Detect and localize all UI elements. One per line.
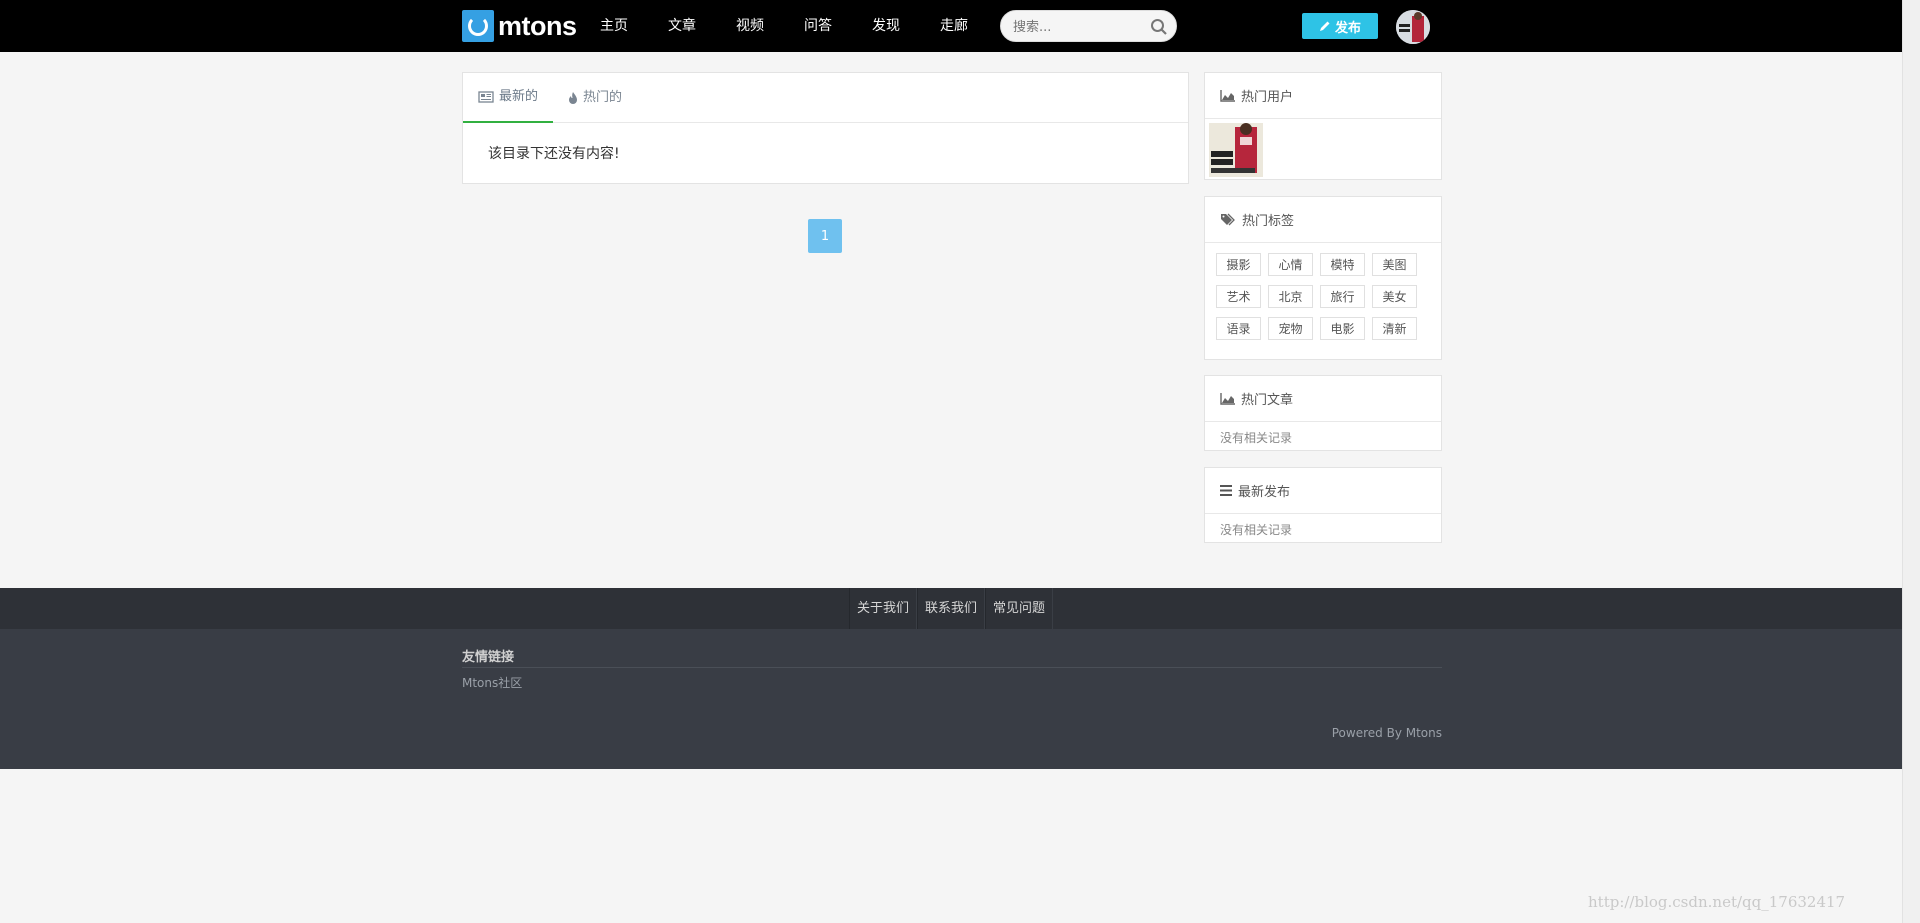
content-tabs: 最新的 热门的 (463, 73, 1188, 123)
footer-nav: 关于我们 联系我们 常见问题 (0, 588, 1902, 629)
fire-icon (569, 91, 578, 104)
search-input[interactable] (1013, 18, 1143, 36)
nav-item-qa[interactable]: 问答 (784, 0, 852, 52)
hot-tags-title: 热门标签 (1242, 214, 1295, 229)
search-icon[interactable] (1150, 18, 1168, 36)
list-icon (1220, 485, 1232, 496)
tag-item[interactable]: 美图 (1372, 253, 1417, 276)
tag-item[interactable]: 北京 (1268, 285, 1313, 308)
content-panel: 最新的 热门的 该目录下还没有内容! (462, 72, 1189, 184)
tag-item[interactable]: 摄影 (1216, 253, 1261, 276)
latest-panel: 最新发布 没有相关记录 (1204, 467, 1442, 543)
tag-item[interactable]: 模特 (1320, 253, 1365, 276)
pencil-icon (1319, 21, 1330, 31)
main-nav: 主页 文章 视频 问答 发现 走廊 (580, 0, 988, 52)
hot-articles-header: 热门文章 (1205, 376, 1441, 422)
nav-item-videos[interactable]: 视频 (716, 0, 784, 52)
tags-icon (1221, 213, 1235, 226)
latest-title: 最新发布 (1238, 485, 1291, 500)
tag-item[interactable]: 旅行 (1320, 285, 1365, 308)
user-avatar[interactable] (1396, 10, 1430, 44)
hot-articles-empty: 没有相关记录 (1220, 431, 1293, 445)
nav-item-gallery[interactable]: 走廊 (920, 0, 988, 52)
logo-icon (462, 10, 494, 42)
hot-articles-title: 热门文章 (1241, 393, 1294, 408)
hot-users-title: 热门用户 (1241, 90, 1294, 105)
search-box (1000, 10, 1177, 42)
tag-item[interactable]: 艺术 (1216, 285, 1261, 308)
nav-item-home[interactable]: 主页 (580, 0, 648, 52)
latest-empty: 没有相关记录 (1220, 523, 1293, 537)
hot-users-panel: 热门用户 (1204, 72, 1442, 180)
area-chart-icon (1220, 392, 1235, 405)
page-scrollbar[interactable] (1902, 0, 1920, 923)
logo-text: mtons (498, 10, 577, 41)
publish-button[interactable]: 发布 (1302, 13, 1378, 39)
tag-item[interactable]: 心情 (1268, 253, 1313, 276)
hot-tags-panel: 热门标签 摄影 心情 模特 美图 艺术 北京 旅行 美女 语录 宠物 电影 清新 (1204, 196, 1442, 360)
hot-tags-header: 热门标签 (1205, 197, 1441, 243)
tab-latest[interactable]: 最新的 (463, 73, 554, 123)
footer-link-contact[interactable]: 联系我们 (916, 588, 985, 629)
site-logo[interactable]: mtons (462, 10, 577, 42)
tag-item[interactable]: 清新 (1372, 317, 1417, 340)
nav-item-articles[interactable]: 文章 (648, 0, 716, 52)
tag-item[interactable]: 语录 (1216, 317, 1261, 340)
newspaper-icon (478, 91, 494, 103)
top-navbar: mtons 主页 文章 视频 问答 发现 走廊 发布 (0, 0, 1902, 52)
friend-links-title: 友情链接 (462, 650, 515, 665)
powered-by: Powered By Mtons (1331, 726, 1442, 740)
tab-hot[interactable]: 热门的 (553, 73, 637, 123)
area-chart-icon (1220, 89, 1235, 102)
tags-list: 摄影 心情 模特 美图 艺术 北京 旅行 美女 语录 宠物 电影 清新 (1205, 243, 1441, 340)
footer-divider (462, 667, 1442, 668)
footer-body: 友情链接 Mtons社区 Powered By Mtons (0, 629, 1902, 769)
publish-label: 发布 (1334, 20, 1361, 36)
pagination-page-1[interactable]: 1 (808, 219, 842, 253)
latest-header: 最新发布 (1205, 468, 1441, 514)
nav-item-discover[interactable]: 发现 (852, 0, 920, 52)
hot-user-avatar[interactable] (1209, 123, 1263, 177)
footer-link-about[interactable]: 关于我们 (848, 588, 917, 629)
tag-item[interactable]: 电影 (1320, 317, 1365, 340)
tab-hot-label: 热门的 (583, 90, 623, 105)
footer-link-faq[interactable]: 常见问题 (985, 588, 1054, 629)
tag-item[interactable]: 宠物 (1268, 317, 1313, 340)
hot-users-header: 热门用户 (1205, 73, 1441, 119)
hot-articles-panel: 热门文章 没有相关记录 (1204, 375, 1442, 451)
empty-message: 该目录下还没有内容! (488, 146, 620, 162)
watermark: http://blog.csdn.net/qq_17632417 (1588, 893, 1846, 911)
tag-item[interactable]: 美女 (1372, 285, 1417, 308)
friend-link[interactable]: Mtons社区 (462, 674, 522, 691)
tab-latest-label: 最新的 (499, 89, 539, 104)
